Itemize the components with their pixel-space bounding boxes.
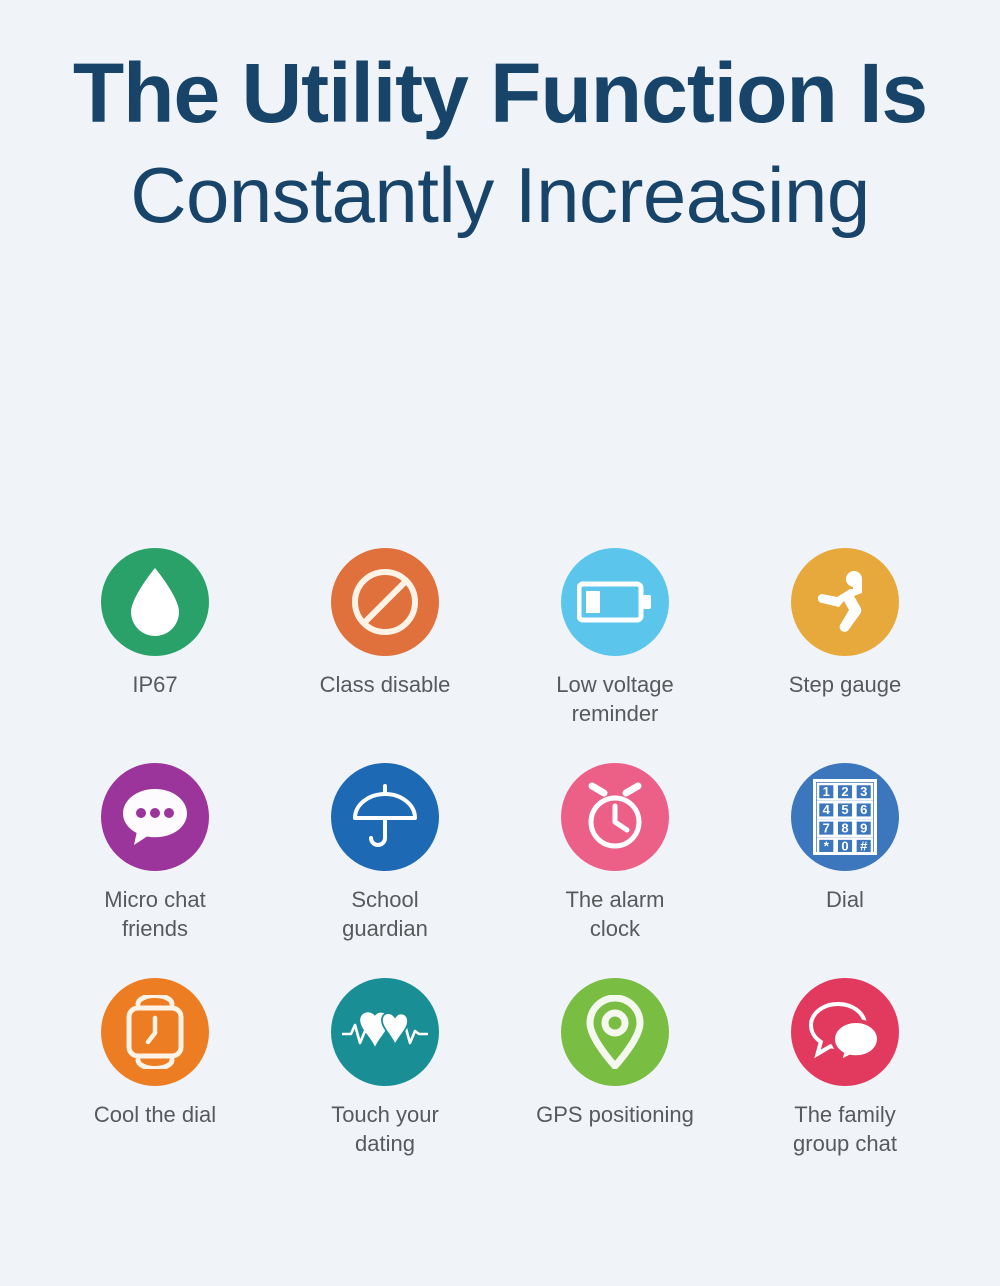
water-drop-icon bbox=[101, 548, 209, 656]
feature-label-line-2: friends bbox=[121, 916, 189, 942]
feature-label-line-2: clock bbox=[589, 916, 641, 942]
feature-item-cool-the-dial[interactable]: Cool the dial bbox=[40, 978, 270, 1193]
feature-label-line-1: The alarm bbox=[565, 887, 665, 912]
feature-label: Low voltage reminder bbox=[556, 670, 673, 728]
battery-low-icon bbox=[561, 548, 669, 656]
feature-label: Dial bbox=[826, 885, 864, 914]
keypad-key-5: 5 bbox=[841, 802, 848, 817]
alarm-clock-icon bbox=[561, 763, 669, 871]
feature-label-line-1: GPS positioning bbox=[536, 1102, 694, 1127]
feature-label: School guardian bbox=[342, 885, 428, 943]
feature-label-line-1: Dial bbox=[826, 887, 864, 912]
feature-item-gps-positioning[interactable]: GPS positioning bbox=[500, 978, 730, 1193]
keypad-key-1: 1 bbox=[823, 784, 830, 799]
keypad-key-3: 3 bbox=[860, 784, 867, 799]
feature-item-low-voltage-reminder[interactable]: Low voltage reminder bbox=[500, 548, 730, 763]
keypad-key-hash: # bbox=[860, 839, 868, 854]
keypad-key-6: 6 bbox=[860, 802, 867, 817]
feature-label-line-1: School bbox=[351, 887, 419, 912]
map-pin-icon bbox=[561, 978, 669, 1086]
feature-item-the-alarm-clock[interactable]: The alarm clock bbox=[500, 763, 730, 978]
keypad-key-9: 9 bbox=[860, 820, 867, 835]
chat-bubble-dots-icon bbox=[101, 763, 209, 871]
feature-label-line-2: dating bbox=[355, 1131, 415, 1157]
page-title: The Utility Function Is Constantly Incre… bbox=[0, 48, 1000, 237]
feature-label-line-2: guardian bbox=[342, 916, 428, 942]
keypad-key-0: 0 bbox=[841, 839, 848, 854]
feature-item-the-family-group-chat[interactable]: The family group chat bbox=[730, 978, 960, 1193]
feature-item-ip67[interactable]: IP67 bbox=[40, 548, 270, 763]
feature-item-micro-chat-friends[interactable]: Micro chat friends bbox=[40, 763, 270, 978]
feature-item-step-gauge[interactable]: Step gauge bbox=[730, 548, 960, 763]
dial-keypad-icon: 1 2 3 4 5 6 7 8 9 * 0 # bbox=[791, 763, 899, 871]
feature-label: Cool the dial bbox=[94, 1100, 216, 1129]
feature-label-line-1: The family bbox=[794, 1102, 896, 1127]
feature-label-line-2: reminder bbox=[571, 701, 659, 727]
group-chat-bubbles-icon bbox=[791, 978, 899, 1086]
feature-label: The family group chat bbox=[793, 1100, 897, 1158]
feature-label-line-1: IP67 bbox=[132, 672, 178, 697]
feature-item-touch-your-dating[interactable]: Touch your dating bbox=[270, 978, 500, 1193]
page-title-line-1: The Utility Function Is bbox=[72, 46, 928, 140]
feature-label-line-1: Cool the dial bbox=[93, 1102, 217, 1127]
feature-label: GPS positioning bbox=[536, 1100, 694, 1129]
feature-label-line-1: Micro chat bbox=[104, 887, 206, 912]
feature-label: Class disable bbox=[320, 670, 451, 699]
two-hearts-ecg-icon bbox=[331, 978, 439, 1086]
feature-item-dial[interactable]: 1 2 3 4 5 6 7 8 9 * 0 # Dial bbox=[730, 763, 960, 978]
running-person-icon bbox=[791, 548, 899, 656]
prohibition-icon bbox=[331, 548, 439, 656]
keypad-key-4: 4 bbox=[823, 802, 831, 817]
feature-label-line-1: Step gauge bbox=[788, 672, 902, 697]
keypad-key-8: 8 bbox=[841, 820, 848, 835]
feature-label-line-1: Low voltage bbox=[556, 672, 674, 697]
feature-item-class-disable[interactable]: Class disable bbox=[270, 548, 500, 763]
feature-label: Micro chat friends bbox=[104, 885, 205, 943]
feature-label: Touch your dating bbox=[331, 1100, 439, 1158]
keypad-key-7: 7 bbox=[823, 820, 830, 835]
feature-label: The alarm clock bbox=[565, 885, 664, 943]
feature-label: IP67 bbox=[132, 670, 177, 699]
umbrella-icon bbox=[331, 763, 439, 871]
feature-label: Step gauge bbox=[789, 670, 902, 699]
feature-label-line-1: Touch your bbox=[331, 1102, 439, 1127]
smartwatch-icon bbox=[101, 978, 209, 1086]
keypad-key-star: * bbox=[824, 839, 830, 854]
feature-label-line-2: group chat bbox=[793, 1131, 897, 1157]
feature-label-line-1: Class disable bbox=[319, 672, 451, 697]
keypad-key-2: 2 bbox=[841, 784, 848, 799]
feature-grid: IP67 Class disable Low voltage reminder bbox=[40, 548, 960, 1193]
page-title-line-2: Constantly Increasing bbox=[130, 150, 870, 239]
feature-item-school-guardian[interactable]: School guardian bbox=[270, 763, 500, 978]
